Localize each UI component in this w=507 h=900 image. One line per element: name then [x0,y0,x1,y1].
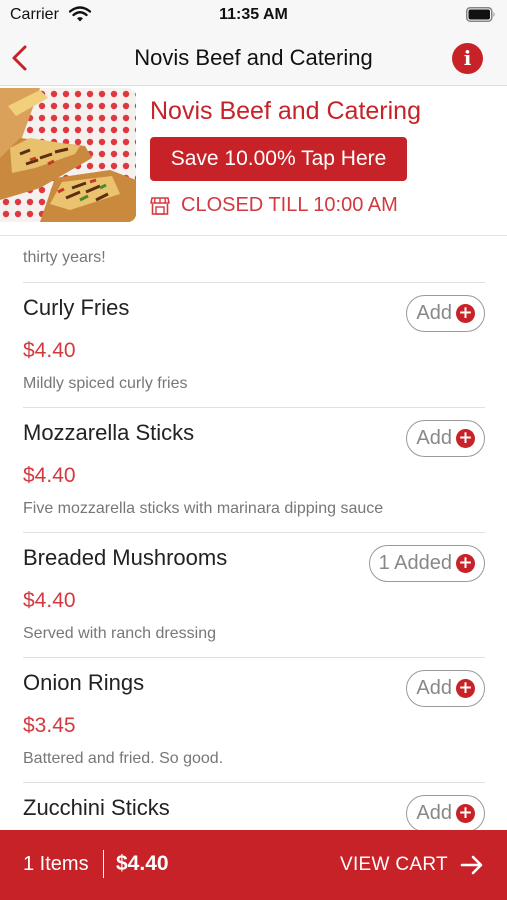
add-button[interactable]: Add + [406,420,485,457]
item-name: Breaded Mushrooms [23,545,228,570]
page-title: Novis Beef and Catering [134,45,373,70]
add-button-label: 1 Added [378,552,452,574]
item-description: Battered and fried. So good. [23,750,224,767]
item-name: Mozzarella Sticks [23,420,195,445]
restaurant-name: Novis Beef and Catering [150,97,421,125]
cart-item-count: 1 Items [23,853,89,875]
navigation-bar: Novis Beef and Catering i [0,32,507,86]
add-button[interactable]: Add + [406,295,485,332]
menu-intro-text: thirty years! [23,249,106,266]
menu-item[interactable]: Zucchini Sticks Add + [0,783,507,830]
item-description: Mildly spiced curly fries [23,375,188,392]
plus-icon: + [456,804,475,823]
info-icon[interactable]: i [452,43,483,74]
item-name: Onion Rings [23,670,145,695]
item-price: $4.40 [23,589,76,612]
restaurant-header: Novis Beef and Catering Save 10.00% Tap … [0,86,507,236]
menu-list[interactable]: thirty years! Curly Fries Add + $4.40 Mi… [0,236,507,830]
status-bar: Carrier 11:35 AM [0,0,507,32]
item-description: Served with ranch dressing [23,625,216,642]
item-price: $4.40 [23,464,76,487]
cart-bar[interactable]: 1 Items $4.40 VIEW CART [0,830,507,900]
plus-icon: + [456,554,475,573]
divider [103,850,104,878]
restaurant-photo [0,88,136,222]
add-button-label: Add [416,802,452,824]
item-price: $4.40 [23,339,76,362]
arrow-right-icon[interactable] [460,854,484,876]
cart-total: $4.40 [116,852,169,875]
menu-item[interactable]: Curly Fries Add + $4.40 Mildly spiced cu… [0,283,507,408]
menu-item[interactable]: Onion Rings Add + $3.45 Battered and fri… [0,658,507,783]
clock-time: 11:35 AM [219,6,288,23]
add-button-label: Add [416,427,452,449]
added-button[interactable]: 1 Added + [368,545,485,582]
plus-icon: + [456,429,475,448]
plus-icon: + [456,679,475,698]
view-cart-button[interactable]: VIEW CART [340,854,448,876]
closed-status-text: CLOSED TILL 10:00 AM [181,194,398,216]
plus-icon: + [456,304,475,323]
add-button-label: Add [416,677,452,699]
menu-item[interactable]: Breaded Mushrooms 1 Added + $4.40 Served… [0,533,507,658]
add-button-label: Add [416,302,452,324]
item-name: Zucchini Sticks [23,795,170,820]
item-price: $3.45 [23,714,76,737]
item-description: Five mozzarella sticks with marinara dip… [23,500,384,517]
chevron-left-icon[interactable] [8,42,38,74]
item-name: Curly Fries [23,295,130,320]
add-button[interactable]: Add + [406,795,485,830]
save-discount-button[interactable]: Save 10.00% Tap Here [150,137,407,181]
add-button[interactable]: Add + [406,670,485,707]
menu-item[interactable]: Mozzarella Sticks Add + $4.40 Five mozza… [0,408,507,533]
battery-icon [466,7,495,22]
store-icon [150,197,170,215]
